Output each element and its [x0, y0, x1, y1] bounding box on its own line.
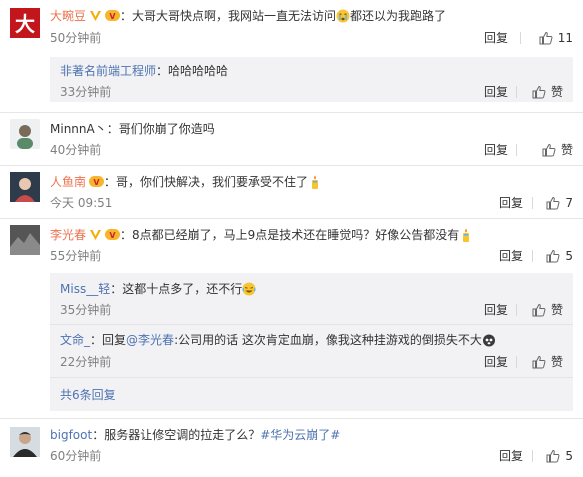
like-button[interactable]: 7: [546, 195, 573, 211]
avatar[interactable]: [10, 119, 40, 149]
like-button[interactable]: 5: [546, 448, 573, 464]
comment-text: 哥，你们快解决，我们要承受不住了: [116, 175, 309, 189]
thumbs-up-icon: [546, 196, 560, 210]
reply-text: :公司用的话 这次肯定血崩，像我这种挂游戏的倒损失不大: [174, 333, 482, 347]
comment-username[interactable]: MinnnA丶: [50, 122, 107, 136]
avatar[interactable]: [10, 225, 40, 255]
comment-2: MinnnA丶：哥们你崩了你造吗 40分钟前 回复 赞: [0, 113, 583, 165]
thumbs-up-icon: [539, 31, 553, 45]
member-badge-icon: V: [89, 176, 105, 187]
like-button[interactable]: 赞: [542, 142, 573, 158]
thumbs-up-icon: [546, 249, 560, 263]
comment-time: 50分钟前: [50, 31, 102, 45]
like-label: 赞: [550, 85, 563, 99]
reply-separator: ：: [90, 333, 103, 347]
comment-4: 李光春 V ：8点都已经崩了，马上9点是技术还在睡觉吗？好像公告都没有 55分钟前 …: [0, 219, 583, 275]
comment-1: 大 大畹豆 V ：大哥大哥快点啊，我网站一直无法访问 都还以为我跑路了 50分钟前 回…: [0, 0, 583, 57]
thumbs-up-icon: [532, 303, 546, 317]
reply-text: 这都十点多了，还不行: [122, 282, 243, 296]
comment-text: 服务器让修空调的拉走了么？: [104, 428, 261, 442]
thumbs-up-icon: [546, 449, 560, 463]
verified-badge-icon: [90, 230, 102, 240]
like-count: 7: [565, 196, 573, 210]
like-button[interactable]: 赞: [532, 84, 563, 100]
like-button[interactable]: 赞: [532, 302, 563, 318]
reply-username[interactable]: Miss__轻: [60, 282, 110, 296]
svg-text:大: 大: [15, 12, 35, 36]
reply-text: 哈哈哈哈哈: [168, 64, 229, 78]
like-button[interactable]: 5: [546, 248, 573, 264]
more-replies-link[interactable]: 共6条回复: [60, 387, 116, 403]
candle-emoji-icon: [312, 175, 319, 189]
like-count: 5: [565, 249, 573, 263]
like-label: 赞: [550, 303, 563, 317]
verified-badge-icon: [90, 11, 102, 21]
comment-text: 8点都已经崩了，马上9点是技术还在睡觉吗？好像公告都没有: [132, 228, 460, 242]
comment-3: 人鱼南 V ：哥，你们快解决，我们要承受不住了 今天 09:51 回复 7: [0, 166, 583, 218]
avatar[interactable]: 大: [10, 8, 40, 38]
member-badge-icon: V: [105, 10, 121, 21]
reply-button[interactable]: 回复: [484, 30, 508, 46]
comment-separator: ：: [120, 9, 133, 23]
svg-text:V: V: [109, 231, 116, 240]
reply-text-prefix: 回复: [102, 333, 127, 347]
reply-button[interactable]: 回复: [484, 142, 508, 158]
reply-box: Miss__轻：这都十点多了，还不行 35分钟前 回复 赞 文命_：回复@李光春…: [50, 273, 573, 411]
reply-time: 22分钟前: [60, 355, 112, 369]
hashtag-link[interactable]: #华为云崩了#: [260, 428, 340, 442]
comment-time: 60分钟前: [50, 449, 102, 463]
comment-text-cont: 都还以为我跑路了: [350, 9, 447, 23]
like-count: 5: [565, 449, 573, 463]
comment-5: bigfoot：服务器让修空调的拉走了么？#华为云崩了# 60分钟前 回复 5: [0, 419, 583, 477]
thumbs-up-icon: [532, 85, 546, 99]
reply-button[interactable]: 回复: [484, 354, 508, 370]
comment-time: 55分钟前: [50, 249, 102, 263]
comment-text: 哥们你崩了你造吗: [118, 122, 215, 136]
comment-separator: ：: [120, 228, 133, 242]
reply-username[interactable]: 文命_: [60, 333, 90, 347]
comment-username[interactable]: bigfoot: [50, 428, 92, 442]
reply-separator: ：: [156, 64, 169, 78]
crying-emoji-icon: [336, 9, 350, 23]
reply-button[interactable]: 回复: [484, 302, 508, 318]
like-button[interactable]: 11: [539, 30, 573, 46]
laughing-tears-emoji-icon: [242, 282, 256, 296]
avatar[interactable]: [10, 427, 40, 457]
candle-emoji-icon: [463, 228, 470, 242]
like-button[interactable]: 赞: [532, 354, 563, 370]
reply-username[interactable]: 非著名前端工程师: [60, 64, 156, 78]
comment-text: 大哥大哥快点啊，我网站一直无法访问: [132, 9, 337, 23]
comment-separator: ：: [106, 122, 119, 136]
thumbs-up-icon: [532, 355, 546, 369]
like-label: 赞: [560, 143, 573, 157]
svg-text:V: V: [109, 12, 116, 21]
like-label: 赞: [550, 355, 563, 369]
comment-time: 今天 09:51: [50, 196, 113, 210]
avatar[interactable]: [10, 172, 40, 202]
reply-box: 非著名前端工程师：哈哈哈哈哈 33分钟前 回复 赞: [50, 57, 573, 102]
reply-button[interactable]: 回复: [499, 248, 523, 264]
member-badge-icon: V: [105, 229, 121, 240]
comment-separator: ：: [92, 428, 105, 442]
reply-button[interactable]: 回复: [484, 84, 508, 100]
thumbs-up-icon: [542, 143, 556, 157]
reply-mention-link[interactable]: @李光春: [126, 333, 174, 347]
reply-time: 35分钟前: [60, 303, 112, 317]
comment-username[interactable]: 李光春: [50, 228, 86, 242]
reply-button[interactable]: 回复: [499, 448, 523, 464]
svg-text:V: V: [93, 178, 100, 187]
reply-time: 33分钟前: [60, 85, 112, 99]
dog-emoji-icon: [482, 334, 495, 347]
reply-separator: ：: [110, 282, 123, 296]
comment-separator: ：: [104, 175, 117, 189]
comment-username[interactable]: 人鱼南: [50, 175, 86, 189]
reply-button[interactable]: 回复: [499, 195, 523, 211]
like-count: 11: [557, 31, 573, 45]
comment-username[interactable]: 大畹豆: [50, 9, 86, 23]
comment-time: 40分钟前: [50, 143, 102, 157]
